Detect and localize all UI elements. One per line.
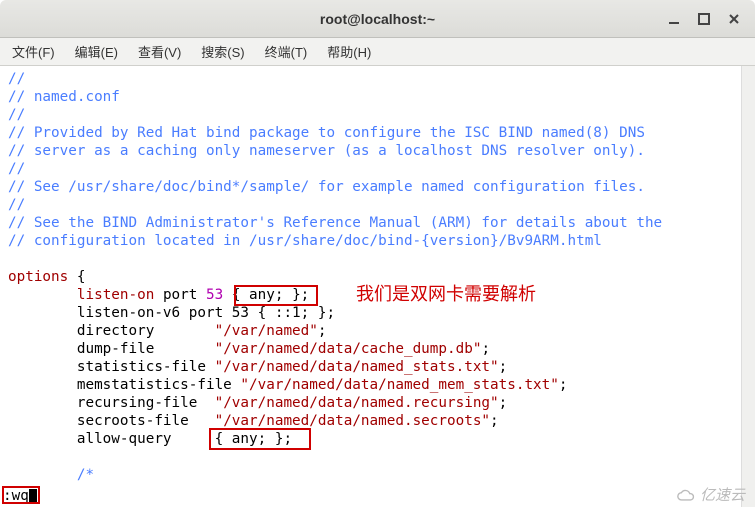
comment-line: // named.conf <box>8 88 747 106</box>
titlebar: root@localhost:~ <box>0 0 755 38</box>
allow-query-line: allow-query { any; }; <box>8 430 747 448</box>
watermark: 亿速云 <box>676 484 745 505</box>
dump-file-line: dump-file "/var/named/data/cache_dump.db… <box>8 340 747 358</box>
comment-line: // See the BIND Administrator's Referenc… <box>8 214 747 232</box>
menu-search[interactable]: 搜索(S) <box>197 40 248 63</box>
terminal-content[interactable]: // // named.conf // // Provided by Red H… <box>0 66 755 507</box>
vim-command-line[interactable]: :wq <box>3 487 37 505</box>
statistics-line: statistics-file "/var/named/data/named_s… <box>8 358 747 376</box>
blank-line <box>8 448 747 466</box>
comment-line: // <box>8 196 747 214</box>
comment-line: // <box>8 106 747 124</box>
secroots-line: secroots-file "/var/named/data/named.sec… <box>8 412 747 430</box>
menu-view[interactable]: 查看(V) <box>134 40 185 63</box>
cloud-icon <box>676 489 698 503</box>
window-title: root@localhost:~ <box>320 11 435 27</box>
comment-line: // configuration located in /usr/share/d… <box>8 232 747 250</box>
scrollbar[interactable] <box>741 66 755 507</box>
window-controls <box>659 0 749 37</box>
directory-line: directory "/var/named"; <box>8 322 747 340</box>
menu-terminal[interactable]: 终端(T) <box>261 40 312 63</box>
comment-line: // <box>8 70 747 88</box>
recursing-line: recursing-file "/var/named/data/named.re… <box>8 394 747 412</box>
comment-line: // <box>8 160 747 178</box>
memstats-line: memstatistics-file "/var/named/data/name… <box>8 376 747 394</box>
comment-line: // See /usr/share/doc/bind*/sample/ for … <box>8 178 747 196</box>
comment-start: /* <box>8 466 747 484</box>
maximize-button[interactable] <box>689 5 719 33</box>
menu-help[interactable]: 帮助(H) <box>323 40 375 63</box>
menu-file[interactable]: 文件(F) <box>8 40 59 63</box>
cursor-icon <box>29 489 37 504</box>
comment-line: // Provided by Red Hat bind package to c… <box>8 124 747 142</box>
menubar: 文件(F) 编辑(E) 查看(V) 搜索(S) 终端(T) 帮助(H) <box>0 38 755 66</box>
close-button[interactable] <box>719 5 749 33</box>
listen-v6-line: listen-on-v6 port 53 { ::1; }; <box>8 304 747 322</box>
menu-edit[interactable]: 编辑(E) <box>71 40 122 63</box>
comment-line: // server as a caching only nameserver (… <box>8 142 747 160</box>
annotation-text: 我们是双网卡需要解析 <box>356 285 536 303</box>
blank-line <box>8 250 747 268</box>
minimize-button[interactable] <box>659 5 689 33</box>
